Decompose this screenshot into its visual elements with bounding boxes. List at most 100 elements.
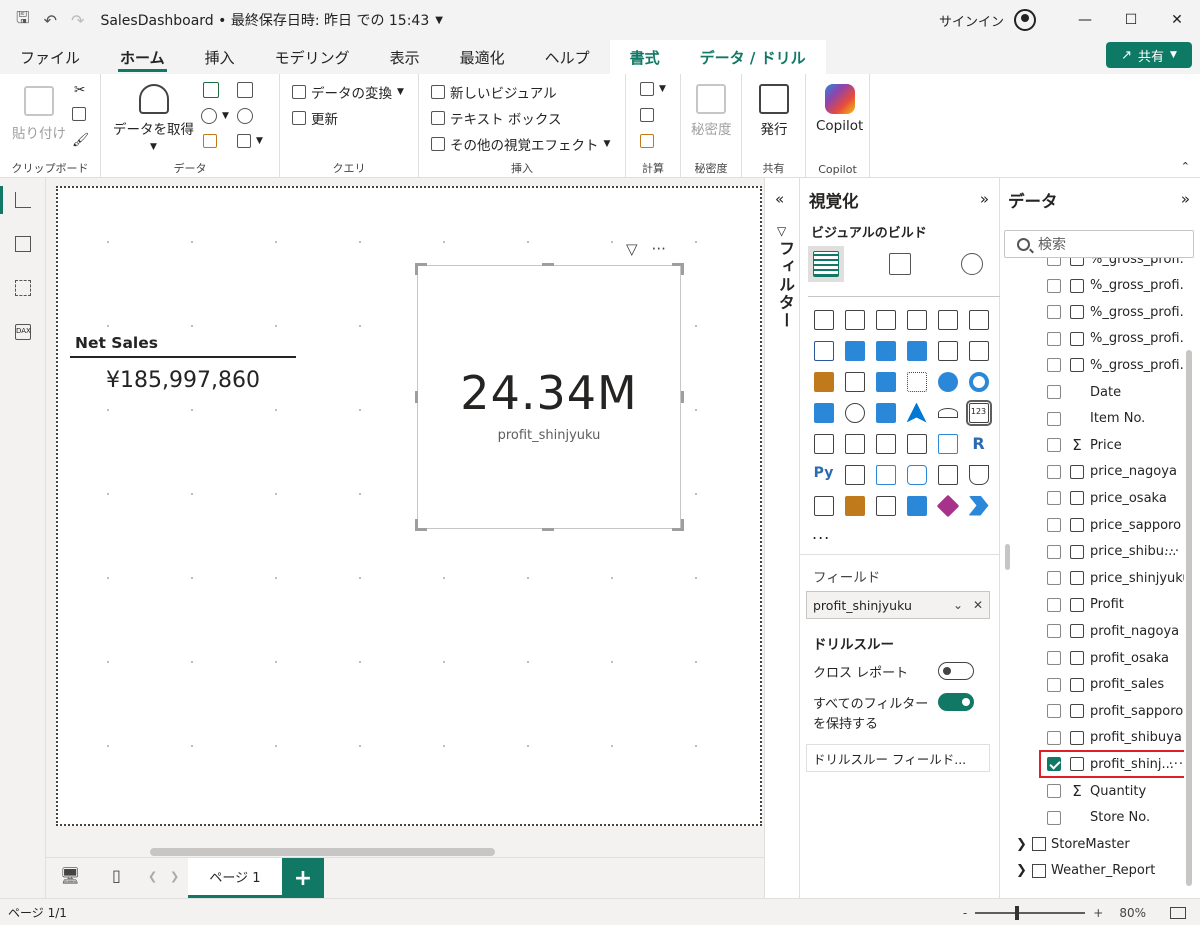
table-view-icon[interactable] xyxy=(0,222,46,266)
area-chart-icon[interactable] xyxy=(839,335,870,366)
field-row[interactable]: %_gross_profi... xyxy=(1000,352,1184,378)
100-column-chart-icon[interactable] xyxy=(963,304,994,335)
resize-grip[interactable] xyxy=(1005,544,1010,570)
field-row[interactable]: %_gross_profi... xyxy=(1000,299,1184,325)
tab-home[interactable]: ホーム xyxy=(100,40,185,74)
resize-handle[interactable] xyxy=(681,519,684,531)
dax-query-view-icon[interactable]: DAX xyxy=(0,310,46,354)
expand-filters-icon[interactable]: « xyxy=(775,190,784,208)
field-checkbox[interactable] xyxy=(1047,571,1061,586)
clustered-bar-chart-icon[interactable] xyxy=(870,304,901,335)
decomposition-tree-icon[interactable] xyxy=(870,459,901,490)
tab-file[interactable]: ファイル xyxy=(0,40,100,74)
diamond-visual-icon[interactable] xyxy=(932,490,963,521)
qa-visual-icon[interactable] xyxy=(901,459,932,490)
python-visual-icon[interactable]: Py xyxy=(808,459,839,490)
mobile-layout-icon[interactable]: ▯ xyxy=(112,866,121,885)
resize-handle[interactable] xyxy=(542,263,554,266)
field-row[interactable]: Σ Price xyxy=(1000,432,1184,458)
table-icon[interactable] xyxy=(237,82,253,98)
field-checkbox[interactable] xyxy=(1047,810,1061,825)
field-row[interactable]: price_sapporo xyxy=(1000,512,1184,538)
cross-report-toggle[interactable] xyxy=(938,662,974,680)
field-checkbox[interactable] xyxy=(1047,677,1061,692)
remove-field-icon[interactable]: ✕ xyxy=(973,598,983,612)
avatar-icon[interactable] xyxy=(1014,9,1036,31)
cut-icon[interactable]: ✂ xyxy=(74,82,85,98)
100-bar-chart-icon[interactable] xyxy=(932,304,963,335)
maximize-button[interactable]: ☐ xyxy=(1108,0,1154,40)
save-icon[interactable]: 🖫 xyxy=(16,7,30,34)
filled-map-icon[interactable] xyxy=(870,397,901,428)
kpi-icon[interactable] xyxy=(839,428,870,459)
format-visual-icon[interactable] xyxy=(882,246,918,282)
field-checkbox[interactable] xyxy=(1047,491,1061,506)
report-view-icon[interactable] xyxy=(0,178,46,222)
gauge-icon[interactable] xyxy=(932,397,963,428)
tab-help[interactable]: ヘルプ xyxy=(525,40,610,74)
close-button[interactable]: ✕ xyxy=(1154,0,1200,40)
paste-button[interactable]: 貼り付け xyxy=(12,86,66,142)
field-checkbox[interactable] xyxy=(1047,544,1061,559)
filters-pane-collapsed[interactable]: « ▽ フィルター xyxy=(764,178,800,898)
tab-insert[interactable]: 挿入 xyxy=(185,40,255,74)
power-apps-icon[interactable] xyxy=(839,490,870,521)
field-row[interactable]: Date xyxy=(1000,379,1184,405)
field-checkbox[interactable] xyxy=(1047,464,1061,479)
stacked-area-chart-icon[interactable] xyxy=(870,335,901,366)
prev-page-icon[interactable]: ❮ xyxy=(148,870,157,883)
power-automate-icon[interactable] xyxy=(870,490,901,521)
more-options-icon[interactable]: ··· xyxy=(652,240,666,258)
resize-handle[interactable] xyxy=(415,391,418,403)
field-checkbox[interactable] xyxy=(1047,704,1061,719)
field-checkbox[interactable] xyxy=(1047,518,1061,532)
net-sales-card[interactable]: Net Sales ¥185,997,860 xyxy=(70,330,296,400)
azure-map-icon[interactable] xyxy=(901,397,932,428)
field-row[interactable]: price_nagoya xyxy=(1000,459,1184,485)
resize-handle[interactable] xyxy=(415,519,418,531)
collapse-pane-icon[interactable]: » xyxy=(1181,190,1190,208)
drillthrough-field-well[interactable]: ドリルスルー フィールド... xyxy=(806,744,990,772)
more-options-icon[interactable]: ··· xyxy=(1165,544,1180,559)
tab-modeling[interactable]: モデリング xyxy=(255,40,370,74)
scatter-chart-icon[interactable] xyxy=(901,366,932,397)
line-clustered-column-icon[interactable] xyxy=(963,335,994,366)
card-visual-icon[interactable]: 123 xyxy=(963,397,994,428)
zoom-out-icon[interactable]: - xyxy=(963,906,967,920)
field-row[interactable]: profit_sapporo xyxy=(1000,698,1184,724)
chevron-right-icon[interactable]: ❯ xyxy=(1016,863,1027,878)
line-column-chart-icon[interactable] xyxy=(932,335,963,366)
chevron-down-icon[interactable]: ⌄ xyxy=(953,598,963,612)
field-checkbox[interactable] xyxy=(1047,258,1061,266)
minimize-button[interactable]: — xyxy=(1062,0,1108,40)
calculator-icon[interactable] xyxy=(640,108,654,122)
search-input[interactable]: 検索 xyxy=(1004,230,1194,258)
treemap-icon[interactable] xyxy=(808,397,839,428)
key-influencers-icon[interactable] xyxy=(839,459,870,490)
funnel-icon[interactable] xyxy=(870,366,901,397)
line-chart-icon[interactable] xyxy=(808,335,839,366)
field-checkbox[interactable] xyxy=(1047,784,1061,798)
undo-icon[interactable]: ↶ xyxy=(44,11,57,30)
field-row[interactable]: Profit xyxy=(1000,592,1184,618)
waterfall-chart-icon[interactable] xyxy=(839,366,870,397)
field-checkbox[interactable] xyxy=(1047,757,1061,772)
get-data-button[interactable]: データを取得 ▼ xyxy=(113,84,194,152)
window-title[interactable]: SalesDashboard • 最終保存日時: 昨日 での 15:43 ▼ xyxy=(100,10,443,30)
field-row[interactable]: %_gross_profi... xyxy=(1000,326,1184,352)
analytics-icon[interactable] xyxy=(954,246,990,282)
field-checkbox[interactable] xyxy=(1047,331,1061,346)
signin-link[interactable]: サインイン xyxy=(939,11,1004,30)
matrix-icon[interactable] xyxy=(932,428,963,459)
goals-icon[interactable] xyxy=(963,459,994,490)
page-tab[interactable]: ページ 1 xyxy=(188,858,282,898)
zoom-slider[interactable] xyxy=(975,905,1086,920)
field-checkbox[interactable] xyxy=(1047,597,1061,612)
more-options-icon[interactable]: ··· xyxy=(1169,757,1184,772)
copilot-button[interactable]: Copilot xyxy=(816,84,863,134)
smart-narrative-icon[interactable] xyxy=(901,490,932,521)
field-row[interactable]: price_shibu... ··· xyxy=(1000,539,1184,565)
tab-format[interactable]: 書式 xyxy=(609,40,680,74)
tab-view[interactable]: 表示 xyxy=(370,40,440,74)
collapse-ribbon-icon[interactable]: ⌃ xyxy=(1181,160,1190,173)
